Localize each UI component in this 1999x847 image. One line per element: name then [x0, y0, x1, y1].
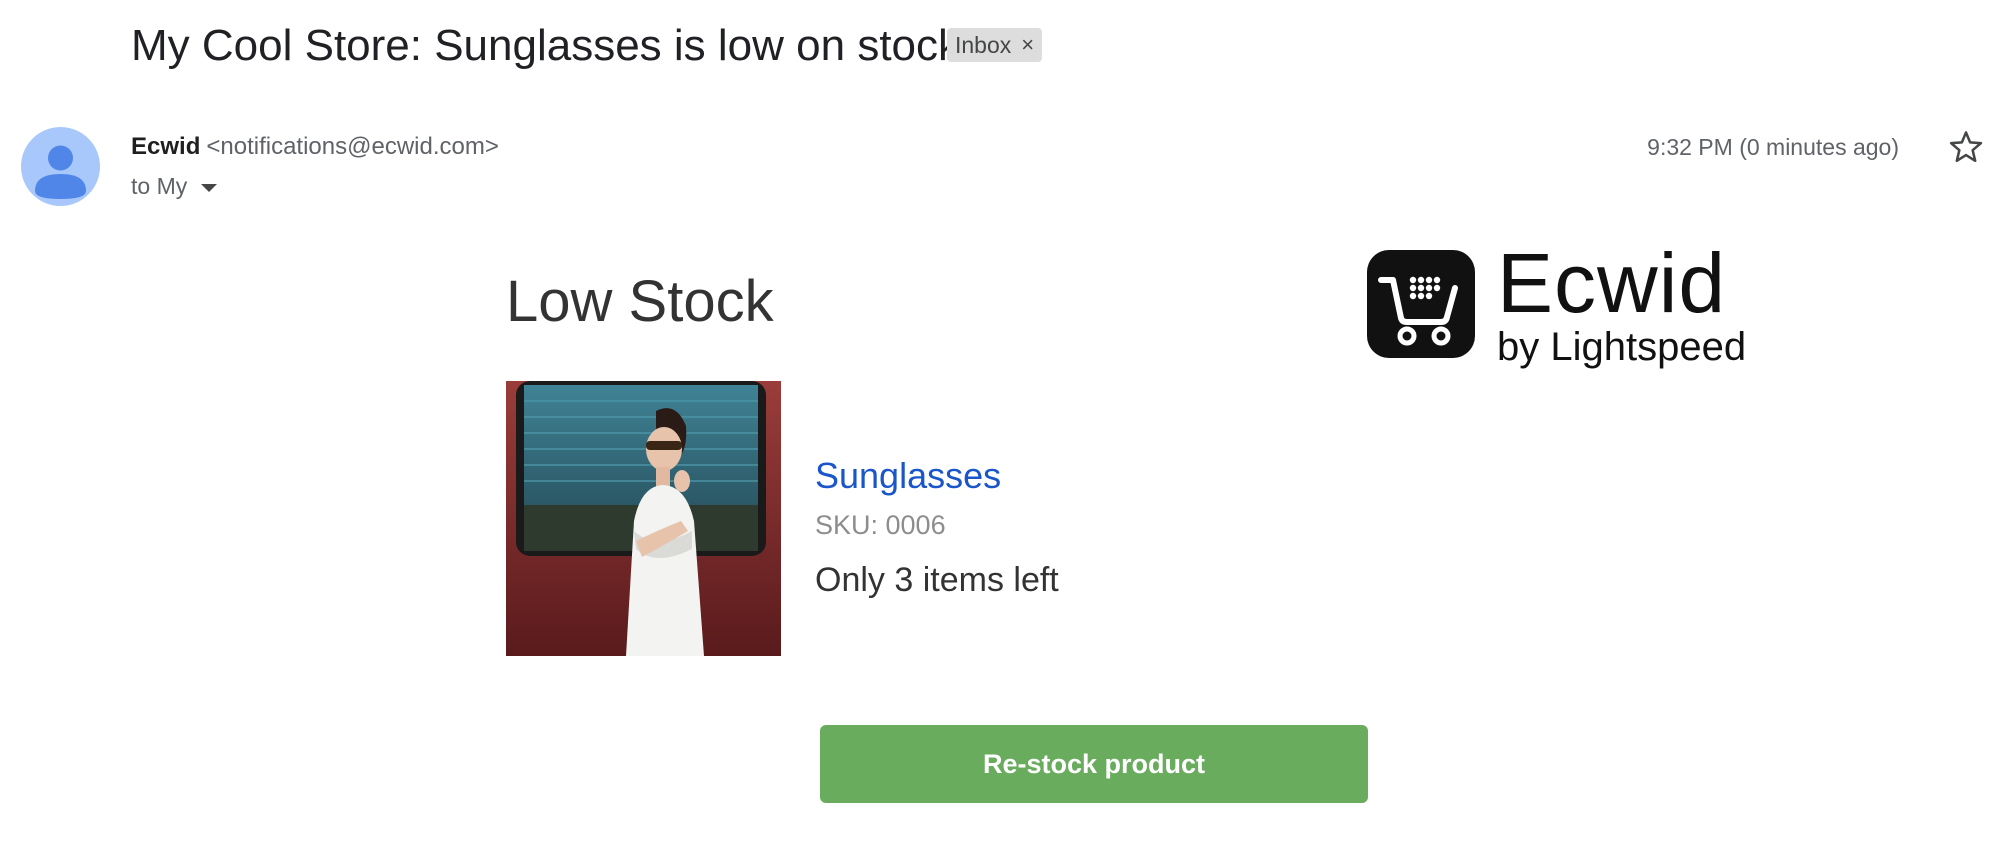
logo-tagline: by Lightspeed [1497, 325, 1747, 369]
inbox-label-chip: Inbox × [947, 28, 1043, 62]
restock-button[interactable]: Re-stock product [820, 725, 1368, 803]
email-heading: Low Stock [506, 269, 774, 334]
close-icon[interactable]: × [1021, 34, 1034, 56]
ecwid-logo: Ecwid by Lightspeed [1367, 240, 1767, 368]
sender-info: Ecwid <notifications@ecwid.com> [131, 130, 499, 164]
shopping-cart-icon [1367, 250, 1475, 358]
logo-name: Ecwid [1497, 236, 1727, 330]
label-text: Inbox [955, 31, 1012, 58]
product-image[interactable] [506, 381, 781, 656]
person-avatar-icon [35, 145, 86, 199]
sender-address: <notifications@ecwid.com> [206, 133, 499, 160]
recipient-toggle[interactable]: to My [131, 169, 218, 203]
email-timestamp: 9:32 PM (0 minutes ago) [1647, 134, 1899, 160]
email-subject: My Cool Store: Sunglasses is low on stoc… [131, 21, 961, 70]
chevron-down-icon[interactable] [201, 183, 218, 192]
sender-name: Ecwid [131, 133, 201, 160]
stock-message: Only 3 items left [815, 561, 1059, 599]
recipient-text: to My [131, 173, 188, 199]
product-sku: SKU: 0006 [815, 510, 946, 540]
avatar[interactable] [21, 127, 100, 206]
star-icon[interactable] [1947, 128, 1985, 166]
product-name-link[interactable]: Sunglasses [815, 452, 1001, 500]
